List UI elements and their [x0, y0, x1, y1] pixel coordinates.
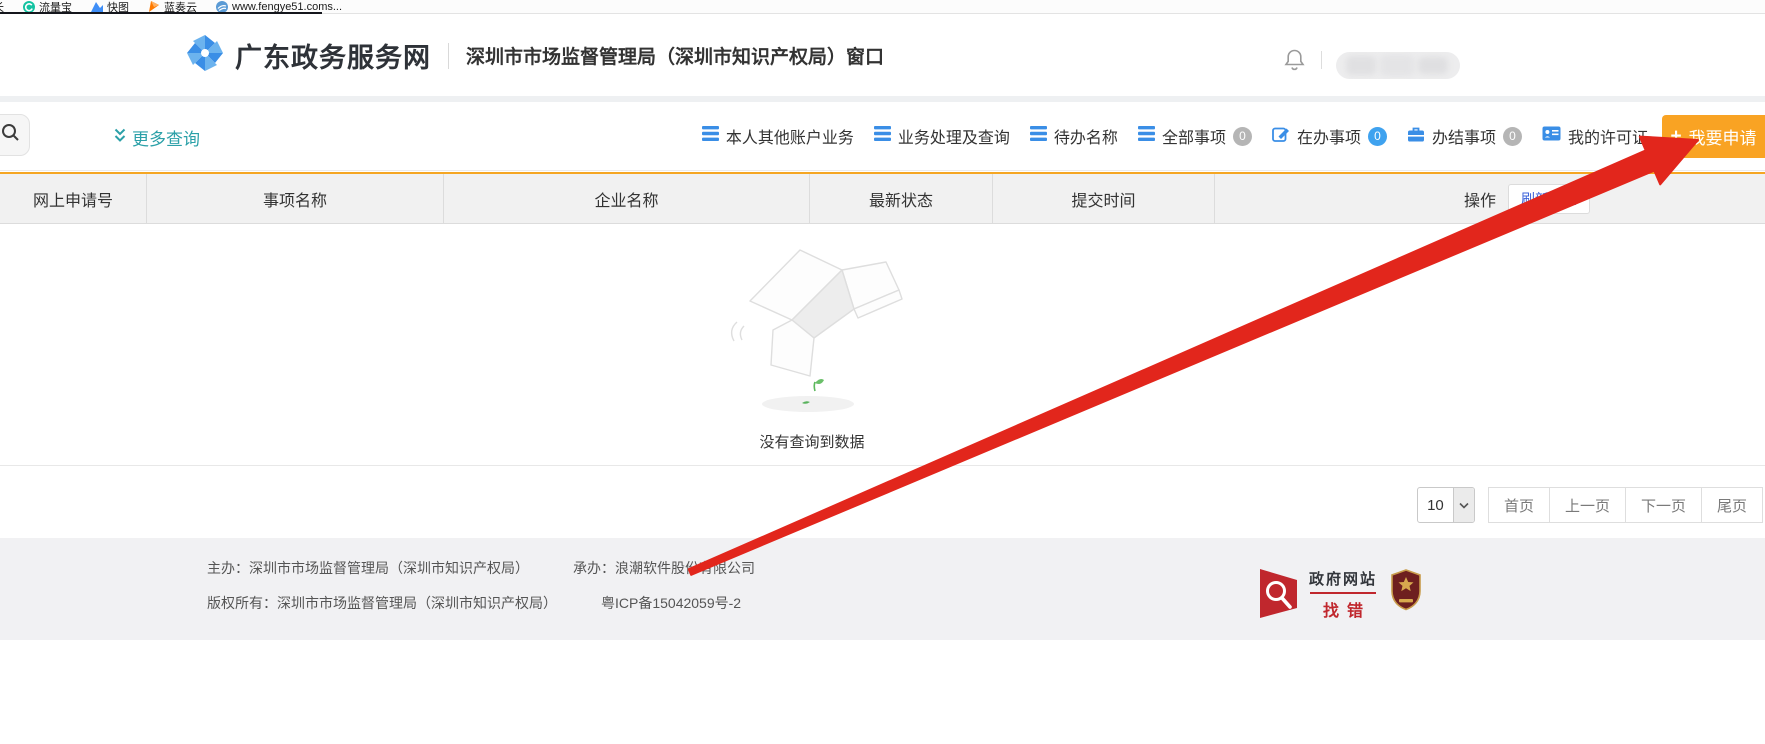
- nav-item-label: 办结事项: [1432, 124, 1496, 148]
- empty-state-text: 没有查询到数据: [712, 431, 912, 452]
- pagination-band: 10 首页 上一页 下一页 尾页: [0, 467, 1765, 538]
- count-badge: 0: [1368, 127, 1387, 146]
- notification-bell-icon[interactable]: [1283, 47, 1306, 77]
- empty-state: 没有查询到数据: [712, 232, 912, 452]
- browser-chrome-edge: [0, 12, 322, 14]
- orange-flag-icon: [148, 1, 160, 13]
- page-size-select[interactable]: 10: [1417, 487, 1475, 523]
- toolbar-nav: 更多查询 本人其他账户业务 业务处理及查询 待办名称 全部事项 0 在办事项 0: [0, 102, 1765, 171]
- first-page-button[interactable]: 首页: [1488, 487, 1550, 523]
- applications-table-header: 网上申请号 事项名称 企业名称 最新状态 提交时间 操作 刷新草稿: [0, 172, 1765, 224]
- gov-agency-shield-badge[interactable]: [1390, 569, 1422, 616]
- window-title: 深圳市市场监督管理局（深圳市知识产权局）窗口: [466, 42, 884, 69]
- nav-items-group: 本人其他账户业务 业务处理及查询 待办名称 全部事项 0 在办事项 0 办结事项: [702, 102, 1648, 170]
- count-badge: 0: [1233, 127, 1252, 146]
- page-footer: 主办：深圳市市场监督管理局（深圳市知识产权局） 承办：浪潮软件股份有限公司 版权…: [0, 538, 1765, 640]
- pinwheel-logo-icon: [185, 33, 225, 78]
- nav-item-business-process-query[interactable]: 业务处理及查询: [874, 124, 1010, 148]
- empty-box-illustration: [720, 232, 905, 422]
- apply-now-button[interactable]: + 我要申请: [1662, 115, 1765, 158]
- actions-label: 操作: [1464, 187, 1496, 211]
- footer-host-text: 主办：深圳市市场监督管理局（深圳市知识产权局）: [207, 558, 529, 578]
- globe-icon: [216, 1, 228, 13]
- nav-item-my-other-account-business[interactable]: 本人其他账户业务: [702, 124, 854, 148]
- id-card-icon: [1542, 126, 1561, 146]
- more-query-link[interactable]: 更多查询: [114, 125, 200, 150]
- nav-item-label: 本人其他账户业务: [726, 124, 854, 148]
- double-chevron-down-icon: [114, 128, 126, 148]
- applications-table-body: 没有查询到数据: [0, 224, 1765, 466]
- prev-page-button[interactable]: 上一页: [1549, 487, 1626, 523]
- page-buttons-group: 首页 上一页 下一页 尾页: [1489, 487, 1763, 523]
- pagination: 10 首页 上一页 下一页 尾页: [1417, 487, 1763, 523]
- search-input[interactable]: [0, 114, 30, 156]
- footer-line-2: 版权所有：深圳市市场监督管理局（深圳市知识产权局） 粤ICP备15042059号…: [207, 593, 741, 613]
- apply-now-label: 我要申请: [1689, 124, 1757, 149]
- header-divider: [1321, 51, 1322, 69]
- nav-item-completed-matters[interactable]: 办结事项 0: [1407, 124, 1522, 148]
- footer-copyright-text: 版权所有：深圳市市场监督管理局（深圳市知识产权局）: [207, 593, 557, 613]
- gov-site-find-error-link[interactable]: 政府网站 找错: [1256, 564, 1377, 625]
- nav-item-label: 在办事项: [1297, 124, 1361, 148]
- user-account-blurred[interactable]: [1336, 52, 1460, 79]
- find-error-line2: 找错: [1323, 597, 1371, 621]
- nav-item-in-progress-matters[interactable]: 在办事项 0: [1272, 124, 1387, 148]
- blur-blob: [1346, 56, 1376, 75]
- nav-item-label: 全部事项: [1162, 124, 1226, 148]
- footer-line-1: 主办：深圳市市场监督管理局（深圳市知识产权局） 承办：浪潮软件股份有限公司: [207, 558, 755, 578]
- header-divider: [448, 43, 449, 69]
- list-icon: [874, 126, 891, 146]
- footer-undertaker-text: 承办：浪潮软件股份有限公司: [573, 558, 755, 578]
- count-badge: 0: [1503, 127, 1522, 146]
- refresh-draft-button[interactable]: 刷新草稿: [1508, 184, 1590, 214]
- bookmark-item[interactable]: www.fengye51.coms...: [216, 1, 342, 13]
- footer-icp-text: 粤ICP备15042059号-2: [601, 593, 741, 613]
- bookmark-label: www.fengye51.coms...: [232, 1, 342, 13]
- next-page-button[interactable]: 下一页: [1625, 487, 1702, 523]
- column-header-company-name: 企业名称: [444, 174, 810, 223]
- page-size-value: 10: [1418, 488, 1453, 522]
- list-icon: [1030, 126, 1047, 146]
- blue-mountain-icon: [91, 1, 103, 13]
- list-icon: [1138, 126, 1155, 146]
- column-header-actions: 操作 刷新草稿: [1215, 174, 1765, 223]
- nav-item-label: 我的许可证: [1568, 124, 1648, 148]
- site-name: 广东政务服务网: [235, 36, 431, 75]
- column-header-latest-status: 最新状态: [810, 174, 993, 223]
- edit-icon: [1272, 126, 1290, 147]
- site-logo[interactable]: 广东政务服务网 深圳市市场监督管理局（深圳市知识产权局）窗口: [185, 33, 884, 78]
- column-header-submit-time: 提交时间: [993, 174, 1215, 223]
- nav-item-my-licenses[interactable]: 我的许可证: [1542, 124, 1648, 148]
- site-header: 广东政务服务网 深圳市市场监督管理局（深圳市知识产权局）窗口: [0, 15, 1765, 96]
- chevron-down-icon: [1453, 488, 1474, 522]
- search-icon: [1, 123, 20, 147]
- blur-blob: [1418, 57, 1448, 74]
- list-icon: [702, 126, 719, 146]
- find-error-rule: [1310, 592, 1376, 594]
- nav-item-label: 待办名称: [1054, 124, 1118, 148]
- find-error-text: 政府网站 找错: [1309, 568, 1377, 621]
- briefcase-icon: [1407, 126, 1425, 147]
- column-header-matter-name: 事项名称: [147, 174, 444, 223]
- nav-item-all-matters[interactable]: 全部事项 0: [1138, 124, 1252, 148]
- find-error-pennant-icon: [1256, 564, 1300, 625]
- blur-blob: [1380, 55, 1414, 76]
- last-page-button[interactable]: 尾页: [1701, 487, 1763, 523]
- nav-item-todo-names[interactable]: 待办名称: [1030, 124, 1118, 148]
- plus-icon: +: [1670, 127, 1681, 146]
- column-header-application-no: 网上申请号: [0, 174, 147, 223]
- more-query-label: 更多查询: [132, 125, 200, 150]
- green-circle-icon: [23, 1, 35, 13]
- nav-item-label: 业务处理及查询: [898, 124, 1010, 148]
- find-error-line1: 政府网站: [1309, 568, 1377, 589]
